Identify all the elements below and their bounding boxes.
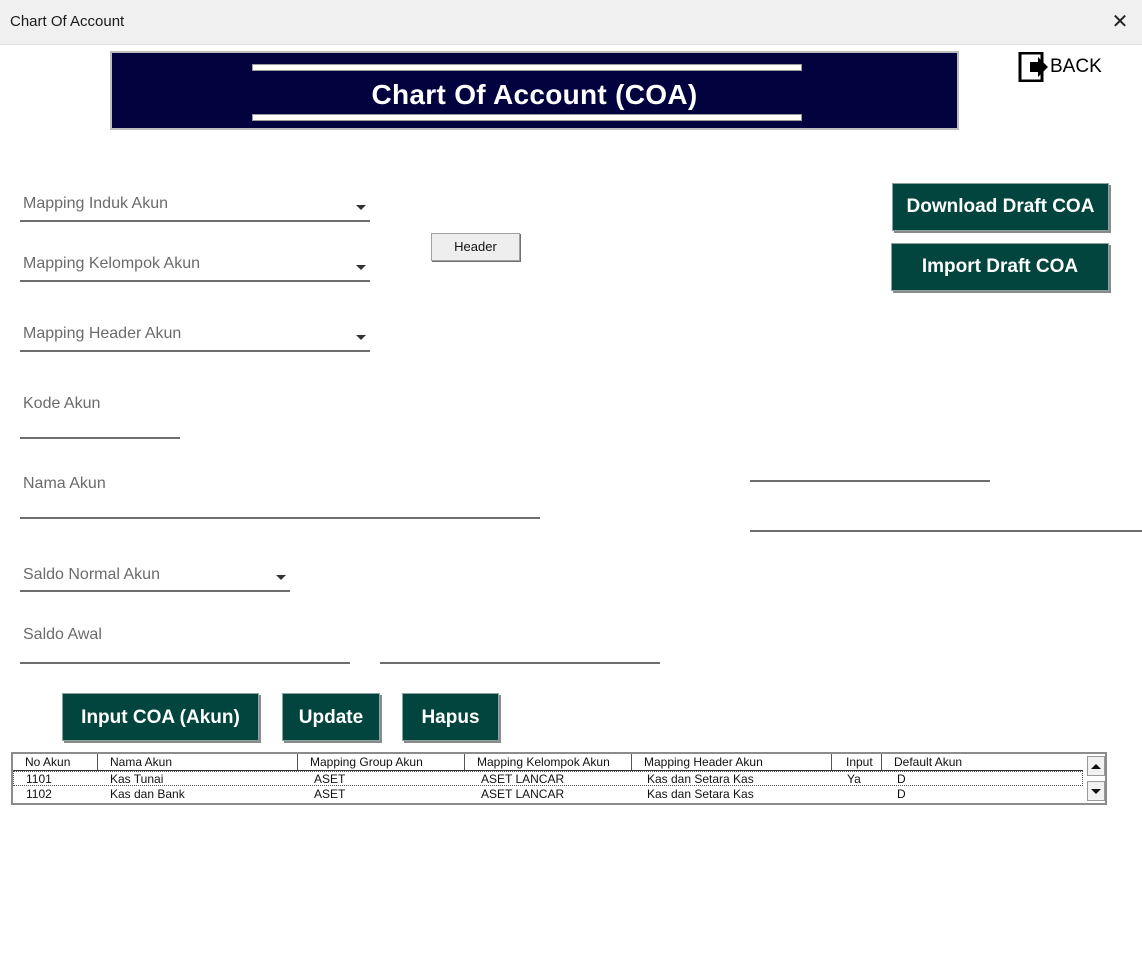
column-header[interactable]: Mapping Kelompok Akun: [465, 754, 632, 770]
column-header[interactable]: Nama Akun: [98, 754, 298, 770]
mapping-induk-label: Mapping Induk Akun: [23, 195, 168, 212]
arrow-down-icon: [1091, 789, 1101, 794]
close-icon[interactable]: ✕: [1110, 12, 1130, 32]
column-header[interactable]: Mapping Group Akun: [298, 754, 465, 770]
mapping-induk-dropdown[interactable]: [20, 220, 370, 222]
download-draft-coa-button[interactable]: Download Draft COA: [892, 183, 1109, 231]
column-header[interactable]: No Akun: [13, 754, 98, 770]
header-button[interactable]: Header: [431, 233, 520, 261]
kode-akun-label: Kode Akun: [23, 395, 101, 412]
input-coa-button[interactable]: Input COA (Akun): [62, 693, 259, 741]
window-titlebar: Chart Of Account ✕: [0, 0, 1142, 45]
window-title: Chart Of Account: [10, 13, 125, 30]
saldo-awal-input[interactable]: [20, 662, 350, 664]
scroll-down-button[interactable]: [1087, 781, 1105, 801]
update-button[interactable]: Update: [282, 693, 380, 741]
column-header[interactable]: Input: [832, 754, 882, 770]
exit-door-arrow-icon: [1018, 52, 1048, 82]
banner-bottom-rule: [252, 114, 802, 121]
saldo-awal-label: Saldo Awal: [23, 626, 102, 643]
cell-mapping-header: Kas dan Setara Kas: [647, 772, 754, 786]
mapping-header-dropdown[interactable]: [20, 350, 370, 352]
kode-akun-input[interactable]: [20, 437, 180, 439]
cell-mapping-kelompok: ASET LANCAR: [481, 772, 565, 786]
column-header[interactable]: Mapping Header Akun: [632, 754, 832, 770]
cell-mapping-header: Kas dan Setara Kas: [647, 787, 754, 801]
coa-list[interactable]: No Akun Nama Akun Mapping Group Akun Map…: [11, 752, 1107, 805]
cell-mapping-group: ASET: [314, 772, 346, 786]
page-banner: Chart Of Account (COA): [110, 51, 959, 130]
column-header[interactable]: Default Akun: [882, 754, 1083, 770]
mapping-kelompok-label: Mapping Kelompok Akun: [23, 255, 200, 272]
mapping-header-dropdown-icon[interactable]: [356, 335, 366, 340]
back-button[interactable]: BACK: [1018, 52, 1102, 82]
cell-mapping-kelompok: ASET LANCAR: [481, 787, 565, 801]
table-row[interactable]: 1102 Kas dan Bank ASET ASET LANCAR Kas d…: [13, 787, 1083, 802]
back-label: BACK: [1050, 56, 1102, 77]
right-field-2[interactable]: [750, 530, 1142, 532]
cell-no-akun: 1101: [26, 772, 52, 786]
cell-no-akun: 1102: [26, 787, 52, 801]
table-row[interactable]: 1101 Kas Tunai ASET ASET LANCAR Kas dan …: [13, 771, 1083, 786]
cell-default-akun: D: [897, 787, 906, 801]
saldo-normal-label: Saldo Normal Akun: [23, 566, 160, 583]
nama-akun-label: Nama Akun: [23, 475, 106, 492]
right-field-1[interactable]: [750, 480, 990, 482]
cell-nama-akun: Kas dan Bank: [110, 787, 185, 801]
arrow-up-icon: [1091, 764, 1101, 769]
cell-input: Ya: [847, 772, 861, 786]
saldo-awal-secondary-input[interactable]: [380, 662, 660, 664]
mapping-kelompok-dropdown[interactable]: [20, 280, 370, 282]
page-title: Chart Of Account (COA): [371, 79, 698, 110]
hapus-button[interactable]: Hapus: [402, 693, 499, 741]
cell-nama-akun: Kas Tunai: [110, 772, 164, 786]
mapping-header-label: Mapping Header Akun: [23, 325, 182, 342]
saldo-normal-dropdown[interactable]: [20, 590, 290, 592]
mapping-induk-dropdown-icon[interactable]: [356, 205, 366, 210]
banner-top-rule: [252, 64, 802, 71]
cell-default-akun: D: [897, 772, 906, 786]
grid-header: No Akun Nama Akun Mapping Group Akun Map…: [13, 754, 1083, 771]
mapping-kelompok-dropdown-icon[interactable]: [356, 265, 366, 270]
nama-akun-input[interactable]: [20, 517, 540, 519]
import-draft-coa-button[interactable]: Import Draft COA: [891, 243, 1109, 291]
cell-mapping-group: ASET: [314, 787, 346, 801]
saldo-normal-dropdown-icon[interactable]: [276, 575, 286, 580]
scroll-up-button[interactable]: [1087, 756, 1105, 776]
